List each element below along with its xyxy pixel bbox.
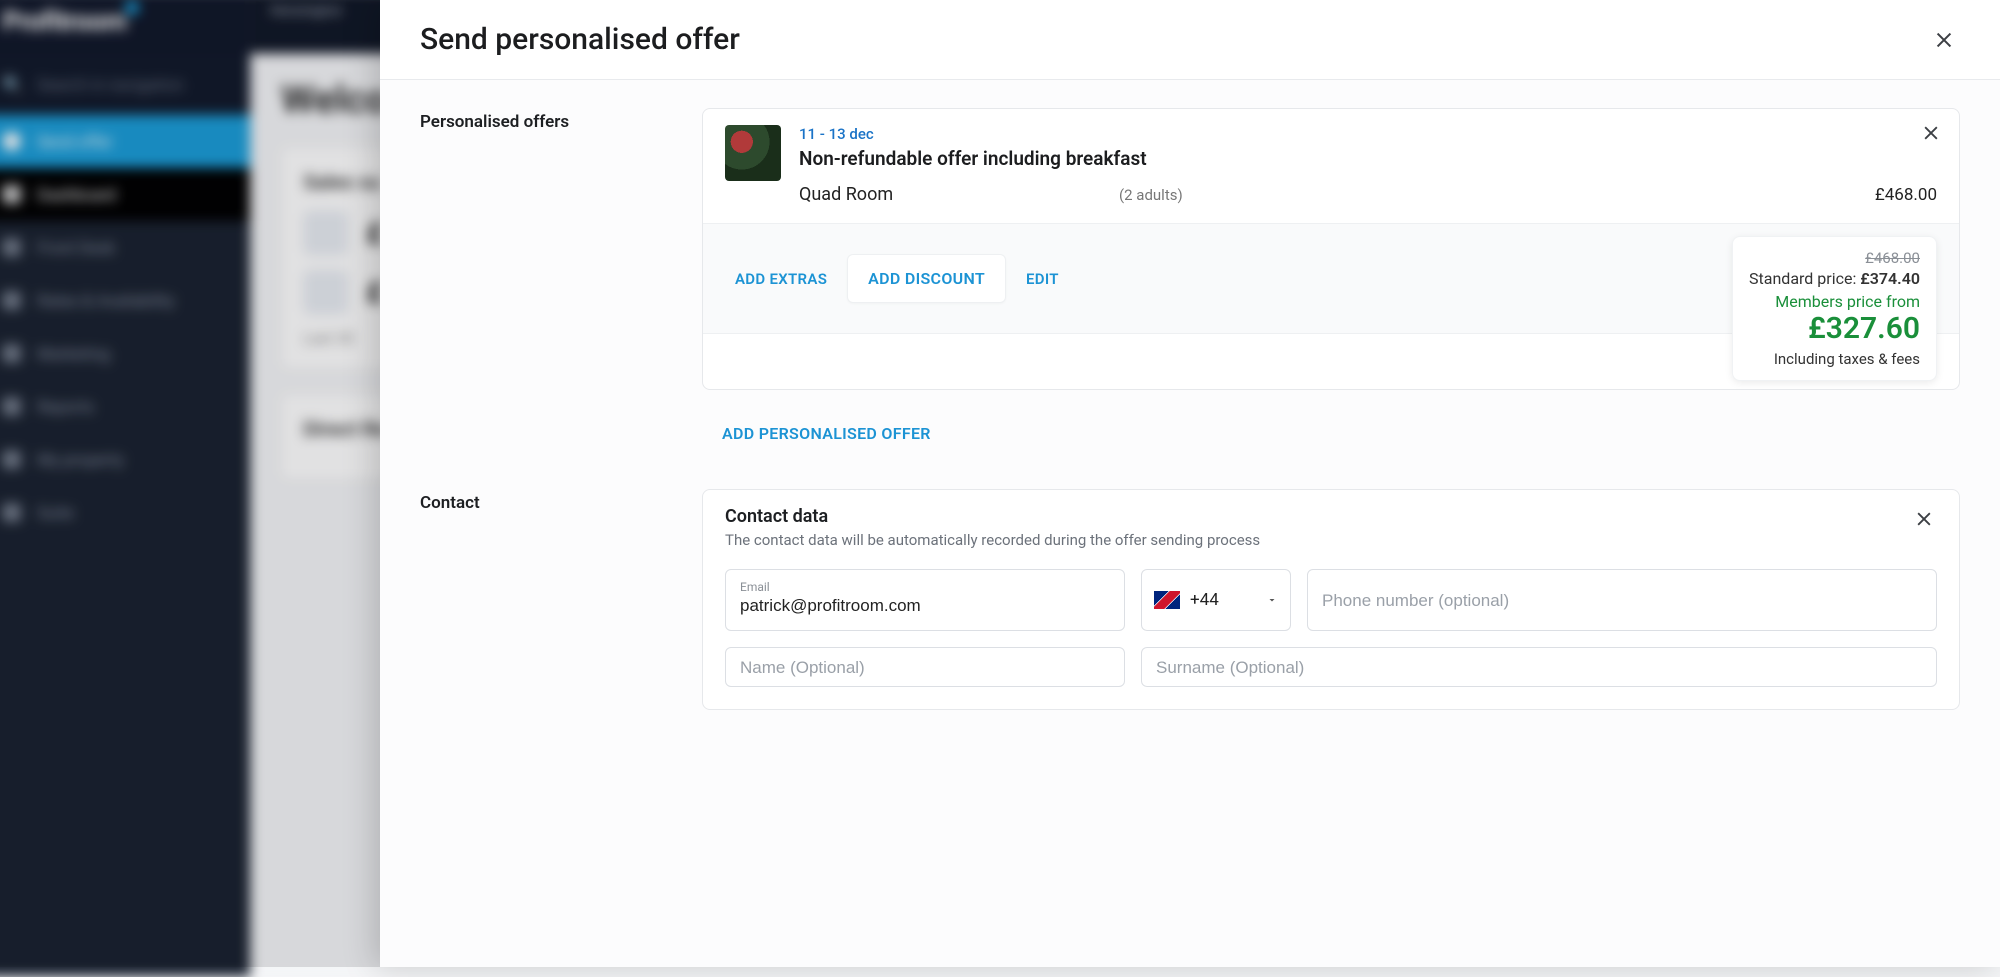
panel-close-button[interactable] bbox=[1928, 24, 1960, 56]
offer-room: Quad Room bbox=[799, 184, 1119, 205]
offer-dates: 11 - 13 dec bbox=[799, 125, 1937, 143]
offer-summary: 11 - 13 dec Non-refundable offer includi… bbox=[703, 109, 1959, 223]
email-input[interactable] bbox=[740, 596, 1110, 616]
offer-occupancy: (2 adults) bbox=[1119, 186, 1183, 204]
dial-code-selector[interactable]: +44 bbox=[1141, 569, 1291, 631]
offer-thumbnail bbox=[725, 125, 781, 181]
tax-note: Including taxes & fees bbox=[1749, 350, 1920, 368]
offer-actions-row: ADD EXTRAS ADD DISCOUNT EDIT £468.00 Sta… bbox=[703, 223, 1959, 333]
contact-card-header: Contact data The contact data will be au… bbox=[703, 490, 1959, 563]
close-icon bbox=[1933, 29, 1955, 51]
close-icon bbox=[1921, 123, 1941, 143]
close-icon bbox=[1914, 509, 1934, 529]
panel-body: Personalised offers 11 - 13 dec Non-refu… bbox=[380, 80, 2000, 967]
standard-price-row: Standard price: £374.40 bbox=[1749, 269, 1920, 288]
section-contact: Contact Contact data The contact data wi… bbox=[420, 489, 1960, 710]
offer-line-price: £468.00 bbox=[1875, 185, 1937, 205]
email-label: Email bbox=[740, 580, 1110, 594]
panel-title: Send personalised offer bbox=[420, 22, 740, 57]
section-content-contact: Contact data The contact data will be au… bbox=[702, 489, 1960, 710]
name-field-wrapper[interactable] bbox=[725, 647, 1125, 687]
contact-form: Email +44 bbox=[703, 563, 1959, 709]
section-label-offers: Personalised offers bbox=[420, 108, 666, 449]
add-extras-button[interactable]: ADD EXTRAS bbox=[725, 262, 837, 296]
section-offers: Personalised offers 11 - 13 dec Non-refu… bbox=[420, 108, 1960, 449]
original-price: £468.00 bbox=[1749, 249, 1920, 267]
contact-card-title: Contact data bbox=[725, 506, 1260, 527]
surname-input[interactable] bbox=[1156, 658, 1922, 678]
offer-name: Non-refundable offer including breakfast bbox=[799, 147, 1937, 170]
dial-code-value: +44 bbox=[1190, 590, 1219, 610]
add-personalised-offer-button[interactable]: ADD PERSONALISED OFFER bbox=[712, 416, 941, 451]
name-input[interactable] bbox=[740, 658, 1110, 678]
members-price-value: £327.60 bbox=[1749, 311, 1920, 346]
surname-field-wrapper[interactable] bbox=[1141, 647, 1937, 687]
phone-input[interactable] bbox=[1322, 591, 1922, 611]
add-discount-button[interactable]: ADD DISCOUNT bbox=[847, 254, 1006, 303]
phone-field-wrapper[interactable] bbox=[1307, 569, 1937, 631]
offer-card: 11 - 13 dec Non-refundable offer includi… bbox=[702, 108, 1960, 390]
offer-remove-button[interactable] bbox=[1921, 123, 1941, 143]
send-offer-panel: Send personalised offer Personalised off… bbox=[380, 0, 2000, 967]
email-field-wrapper[interactable]: Email bbox=[725, 569, 1125, 631]
contact-card-subtitle: The contact data will be automatically r… bbox=[725, 531, 1260, 549]
standard-price-value: £374.40 bbox=[1860, 269, 1920, 288]
flag-icon bbox=[1154, 591, 1180, 609]
price-summary-box: £468.00 Standard price: £374.40 Members … bbox=[1732, 236, 1937, 381]
edit-offer-button[interactable]: EDIT bbox=[1016, 262, 1069, 296]
offer-room-row: Quad Room (2 adults) £468.00 bbox=[799, 184, 1937, 205]
contact-card: Contact data The contact data will be au… bbox=[702, 489, 1960, 710]
standard-price-label: Standard price: bbox=[1749, 269, 1856, 288]
members-price-label: Members price from bbox=[1749, 292, 1920, 311]
panel-header: Send personalised offer bbox=[380, 0, 2000, 80]
section-content-offers: 11 - 13 dec Non-refundable offer includi… bbox=[702, 108, 1960, 449]
chevron-down-icon bbox=[1266, 594, 1278, 606]
offer-text: 11 - 13 dec Non-refundable offer includi… bbox=[799, 125, 1937, 205]
section-label-contact: Contact bbox=[420, 489, 666, 710]
contact-remove-button[interactable] bbox=[1911, 506, 1937, 532]
add-personalised-offer-row: ADD PERSONALISED OFFER bbox=[702, 418, 1960, 449]
